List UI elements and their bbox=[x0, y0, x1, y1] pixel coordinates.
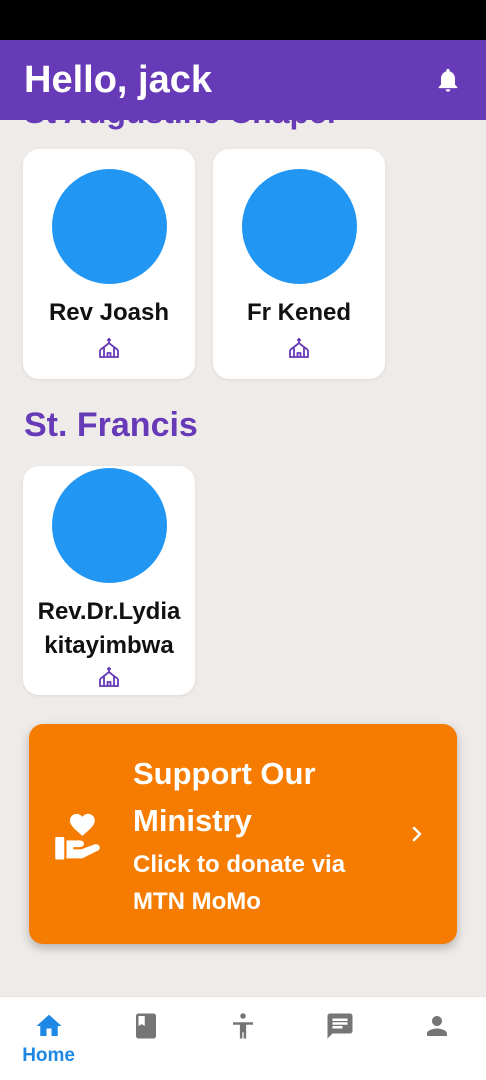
volunteer-heart-icon bbox=[55, 813, 100, 860]
bottom-navigation: Home bbox=[0, 996, 486, 1080]
home-icon bbox=[36, 1014, 62, 1036]
clergy-card[interactable]: Rev.Dr.Lydia kitayimbwa bbox=[23, 466, 195, 695]
book-icon bbox=[135, 1013, 156, 1039]
church-icon bbox=[289, 338, 309, 358]
avatar bbox=[241, 169, 357, 284]
nav-home[interactable]: Home bbox=[9, 1011, 89, 1067]
bell-icon[interactable] bbox=[434, 66, 462, 94]
chat-icon bbox=[327, 1013, 353, 1039]
clergy-card[interactable]: Fr Kened bbox=[213, 149, 385, 379]
section-title: St. Francis bbox=[24, 406, 198, 444]
account-icon bbox=[427, 1016, 448, 1036]
clergy-name: Rev.Dr.Lydia kitayimbwa bbox=[37, 598, 181, 659]
person-pray-icon bbox=[232, 1013, 253, 1039]
chevron-right-icon bbox=[412, 826, 422, 842]
clergy-list[interactable]: St Augustine Chapel Rev Joash Fr Kened S… bbox=[0, 120, 486, 996]
avatar bbox=[51, 169, 167, 284]
clergy-name: Rev Joash bbox=[48, 299, 170, 326]
church-icon bbox=[99, 667, 119, 687]
page-title: Hello, jack bbox=[24, 58, 212, 101]
nav-profile[interactable] bbox=[397, 1011, 477, 1041]
nav-bible[interactable] bbox=[106, 1011, 186, 1041]
status-bar bbox=[0, 0, 486, 40]
avatar bbox=[51, 468, 167, 583]
donate-subtitle: Click to donate via MTN MoMo bbox=[133, 851, 346, 915]
app-header: Hello, jack bbox=[0, 40, 486, 120]
nav-home-label: Home bbox=[22, 1045, 75, 1066]
donate-title: Support Our Ministry bbox=[133, 756, 316, 838]
section-title: St Augustine Chapel bbox=[24, 120, 336, 131]
nav-prayer[interactable] bbox=[203, 1011, 283, 1041]
donate-button[interactable]: Support Our Ministry Click to donate via… bbox=[29, 724, 457, 944]
clergy-name: Fr Kened bbox=[246, 299, 351, 326]
clergy-card[interactable]: Rev Joash bbox=[23, 149, 195, 379]
church-icon bbox=[99, 338, 119, 358]
nav-messages[interactable] bbox=[300, 1011, 380, 1041]
